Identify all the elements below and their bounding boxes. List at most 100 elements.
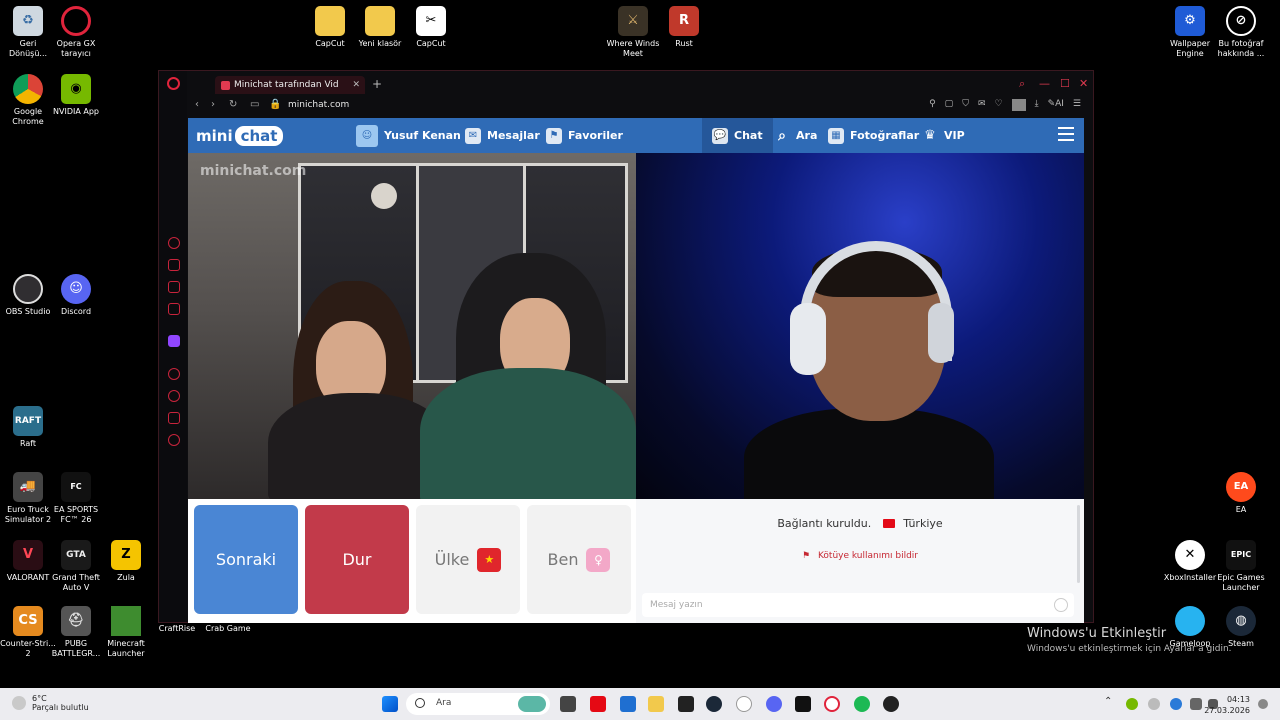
new-tab-button[interactable]: + bbox=[372, 77, 382, 91]
tab-minichat[interactable]: Minichat tarafından Vid ✕ bbox=[215, 76, 365, 94]
desktop-icon-minecraft[interactable]: Minecraft Launcher bbox=[98, 606, 154, 659]
fc26-icon: FC bbox=[61, 472, 91, 502]
netflix-icon[interactable] bbox=[590, 696, 606, 712]
maximize-icon[interactable]: ☐ bbox=[1060, 77, 1070, 90]
desktop-icon-photo-info[interactable]: ⊘ Bu fotoğraf hakkında ... bbox=[1213, 6, 1269, 59]
minichat-page: mini chat ☺ Yusuf Kenan ✉ Mesajlar ⚑ Fav… bbox=[188, 118, 1084, 623]
download-icon[interactable]: ⤓ bbox=[1035, 99, 1039, 111]
nav-photos[interactable]: ▦ Fotoğraflar bbox=[828, 118, 919, 153]
xbox-taskbar-icon[interactable] bbox=[736, 696, 752, 712]
tray-display-icon[interactable] bbox=[1190, 698, 1202, 710]
desktop-icon-gta[interactable]: GTA Grand Theft Auto V bbox=[48, 540, 104, 593]
desktop-icon-where-winds-meet[interactable]: ⚔ Where Winds Meet bbox=[605, 6, 661, 59]
desktop-icon-zula[interactable]: Z Zula bbox=[98, 540, 154, 583]
windows-activation-watermark: Windows'u Etkinleştir Windows'u etkinleş… bbox=[1027, 626, 1232, 654]
discord-taskbar-icon[interactable] bbox=[766, 696, 782, 712]
system-clock[interactable]: 04:13 27.03.2026 bbox=[1204, 694, 1250, 716]
desktop-icon-capcut[interactable]: ✂ CapCut bbox=[403, 6, 459, 49]
twitch-icon[interactable] bbox=[168, 335, 180, 347]
heart-icon[interactable]: ♡ bbox=[995, 99, 1003, 111]
bookmark-icon[interactable]: ✉ bbox=[978, 99, 986, 111]
start-button-icon[interactable] bbox=[382, 696, 398, 712]
desktop-icon-rust[interactable]: R Rust bbox=[656, 6, 712, 49]
desktop-icon-xbox[interactable]: ✕ XboxInstaller bbox=[1162, 540, 1218, 583]
sidebar-history-icon[interactable] bbox=[168, 237, 180, 249]
tray-bluetooth-icon[interactable] bbox=[1170, 698, 1182, 710]
taskbar-search[interactable]: Ara bbox=[406, 693, 550, 715]
opera-logo-icon[interactable] bbox=[167, 77, 180, 90]
minichat-logo[interactable]: mini chat bbox=[196, 126, 284, 146]
desktop-icon-pubg[interactable]: ⛑ PUBG BATTLEGR... bbox=[48, 606, 104, 659]
desktop-icon-capcut-folder[interactable]: CapCut bbox=[302, 6, 358, 49]
nav-chat[interactable]: 💬 Chat bbox=[702, 118, 773, 153]
ai-icon[interactable]: ✎AI bbox=[1048, 99, 1064, 111]
desktop-icon-discord[interactable]: ☺ Discord bbox=[48, 274, 104, 317]
desktop-icon-raft[interactable]: RAFT Raft bbox=[0, 406, 56, 449]
reload-icon[interactable]: ↻ bbox=[229, 99, 237, 110]
report-abuse-link[interactable]: ⚑ Kötüye kullanımı bildir bbox=[636, 551, 1084, 561]
desktop-icon-wallpaper-engine[interactable]: ⚙ Wallpaper Engine bbox=[1162, 6, 1218, 59]
desktop-icon-nvidia[interactable]: ◉ NVIDIA App bbox=[48, 74, 104, 117]
desktop-icon-ea[interactable]: EA EA bbox=[1213, 472, 1269, 515]
hamburger-menu-icon[interactable] bbox=[1058, 127, 1074, 141]
me-filter-button[interactable]: Ben ♀ bbox=[527, 505, 631, 614]
sidebar-clock-icon[interactable] bbox=[168, 390, 180, 402]
emoji-icon[interactable] bbox=[1054, 598, 1068, 612]
sidebar-player-icon[interactable] bbox=[168, 368, 180, 380]
nav-profile[interactable]: ☺ Yusuf Kenan bbox=[356, 118, 461, 153]
chat-scrollbar[interactable] bbox=[1077, 505, 1080, 583]
weather-widget[interactable]: 6°C Parçalı bulutlu bbox=[12, 694, 89, 712]
tray-chevron-icon[interactable]: ⌃ bbox=[1104, 696, 1120, 712]
epic-games-taskbar-icon[interactable] bbox=[678, 696, 694, 712]
profile-avatar[interactable] bbox=[1011, 99, 1026, 111]
steam-taskbar-icon[interactable] bbox=[706, 696, 722, 712]
search-icon[interactable]: ⌕ bbox=[1019, 77, 1025, 91]
tab-close-icon[interactable]: ✕ bbox=[352, 80, 360, 90]
tray-cloud-icon[interactable] bbox=[1148, 698, 1160, 710]
address-bar-tools: ⚲ ▢ ⛉ ✉ ♡ ⤓ ✎AI ☰ bbox=[929, 99, 1081, 111]
nav-vip[interactable]: ♛ VIP bbox=[922, 118, 965, 153]
desktop-icon-craftrise[interactable]: CraftRise bbox=[149, 624, 205, 634]
desktop-icon-crab-game[interactable]: Crab Game bbox=[200, 624, 256, 634]
forward-icon[interactable]: › bbox=[211, 99, 215, 110]
truck-icon: 🚚 bbox=[13, 472, 43, 502]
desktop-icon-new-folder[interactable]: Yeni klasör bbox=[352, 6, 408, 49]
sidebar-gx-corner-icon[interactable] bbox=[168, 281, 180, 293]
sidebar-gx-tab-icon[interactable] bbox=[168, 303, 180, 315]
sidebar-settings-icon[interactable] bbox=[168, 434, 180, 446]
tab-bar: Minichat tarafından Vid ✕ + ⌕ — ☐ ✕ bbox=[187, 73, 1093, 95]
desktop-icon-fc26[interactable]: FC EA SPORTS FC™ 26 bbox=[48, 472, 104, 525]
url-field[interactable]: minichat.com bbox=[288, 100, 349, 110]
tray-nvidia-icon[interactable] bbox=[1126, 698, 1138, 710]
desktop-icon-epic-games[interactable]: EPIC Epic Games Launcher bbox=[1213, 540, 1269, 593]
message-input[interactable]: Mesaj yazın bbox=[642, 593, 1074, 617]
spotify-icon[interactable] bbox=[854, 696, 870, 712]
file-explorer-icon[interactable] bbox=[648, 696, 664, 712]
back-icon[interactable]: ‹ bbox=[195, 99, 199, 110]
nav-messages[interactable]: ✉ Mesajlar bbox=[465, 118, 540, 153]
cloud-icon bbox=[12, 696, 26, 710]
nav-favorites[interactable]: ⚑ Favoriler bbox=[546, 118, 623, 153]
menu-icon[interactable]: ☰ bbox=[1073, 99, 1081, 111]
terminal-icon[interactable] bbox=[795, 696, 811, 712]
lock-icon: 🔒 bbox=[269, 99, 282, 110]
sidebar-extensions-icon[interactable] bbox=[168, 412, 180, 424]
country-filter-button[interactable]: Ülke ★ bbox=[416, 505, 520, 614]
task-view-icon[interactable] bbox=[560, 696, 576, 712]
notification-bell-icon[interactable] bbox=[1258, 699, 1268, 709]
next-button[interactable]: Sonraki bbox=[194, 505, 298, 614]
minimize-icon[interactable]: — bbox=[1039, 77, 1050, 90]
snapshot-icon[interactable]: ▢ bbox=[945, 99, 954, 111]
opera-gx-taskbar-icon[interactable] bbox=[824, 696, 840, 712]
calculator-icon[interactable] bbox=[620, 696, 636, 712]
where-winds-meet-icon: ⚔ bbox=[618, 6, 648, 36]
nav-search[interactable]: ⌕ Ara bbox=[774, 118, 817, 153]
chatgpt-icon[interactable] bbox=[883, 696, 899, 712]
desktop-icon-opera-gx[interactable]: Opera GX tarayıcı bbox=[48, 6, 104, 59]
close-icon[interactable]: ✕ bbox=[1079, 77, 1088, 90]
camera-icon[interactable]: ▭ bbox=[250, 99, 259, 110]
vpn-shield-icon[interactable]: ⛉ bbox=[962, 99, 969, 111]
sidebar-gx-control-icon[interactable] bbox=[168, 259, 180, 271]
stop-button[interactable]: Dur bbox=[305, 505, 409, 614]
pin-icon[interactable]: ⚲ bbox=[929, 99, 936, 111]
